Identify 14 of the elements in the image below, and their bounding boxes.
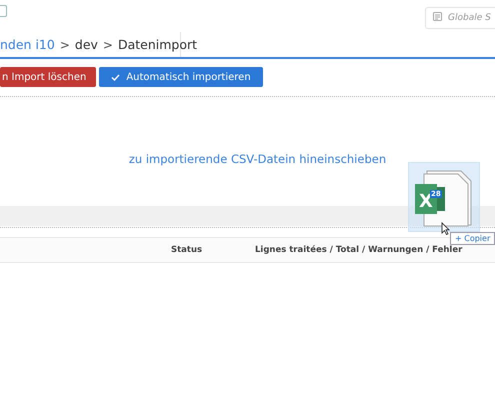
search-field[interactable]: Globale S: [425, 7, 495, 29]
column-header: Lignes traitées / Total / Warnungen / Fehler: [255, 245, 462, 255]
delete-import-button[interactable]: n Import löschen: [0, 67, 96, 87]
breadcrumb-item: dev: [74, 37, 98, 52]
breadcrumb-separator: >: [60, 38, 70, 52]
auto-import-button[interactable]: Automatisch importieren: [99, 67, 263, 87]
copy-tooltip: + Copier: [450, 232, 495, 245]
column-header: Status: [170, 245, 204, 255]
breadcrumb-separator: >: [102, 38, 113, 52]
breadcrumb-item: Datenimport: [118, 37, 198, 52]
checkbox[interactable]: [0, 5, 7, 17]
drop-zone-text: zu importierende CSV-Datein hineinschieben: [128, 152, 386, 166]
breadcrumb-link[interactable]: nden i10: [0, 37, 55, 52]
checkmark-icon: [111, 74, 120, 80]
